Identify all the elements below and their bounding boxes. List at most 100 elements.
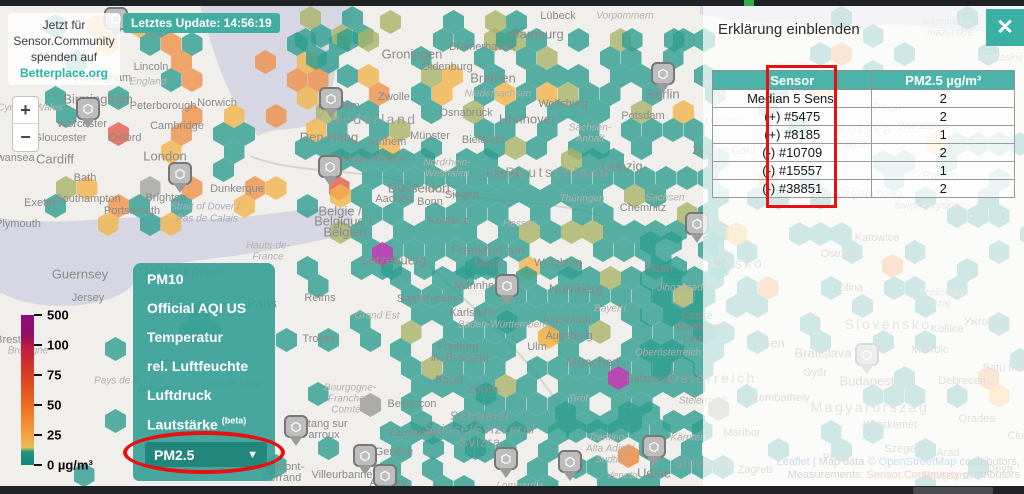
donation-line: Jetzt für: [10, 17, 118, 33]
cluster-marker[interactable]: ⬡: [318, 155, 342, 186]
cluster-marker[interactable]: ⬡: [284, 415, 308, 446]
menu-item-beta-tag: (beta): [222, 416, 247, 426]
cluster-marker-tip: [656, 83, 670, 93]
menu-item-lautst-rke[interactable]: Lautstärke (beta): [147, 416, 246, 433]
table-row: (+) #54752: [713, 108, 1015, 126]
topbar-green-indicator: [744, 0, 754, 6]
map-label: Cardiff: [36, 152, 74, 167]
map-label: Oxford: [108, 132, 141, 144]
map-label: Nordrhein-: [423, 158, 470, 169]
legend-tick: [34, 464, 42, 466]
map-label: Hessen: [503, 219, 537, 230]
menu-item-pm10[interactable]: PM10: [147, 271, 184, 287]
cluster-marker[interactable]: ⬡: [76, 97, 100, 128]
map-label: Bielefeld: [462, 134, 504, 146]
map-label: Baden-Württemberg: [458, 320, 548, 331]
cluster-marker-icon: ⬡: [495, 274, 519, 297]
cluster-marker-icon: ⬡: [494, 447, 518, 470]
map-label: Plzeň: [645, 263, 673, 275]
map-label: Nürnberg: [549, 282, 603, 297]
betterplace-link[interactable]: Betterplace.org: [10, 65, 118, 81]
annotation-red-rectangle: [766, 65, 837, 208]
donation-line: Sensor.Community: [10, 33, 118, 49]
map-label: Vorpommern: [596, 11, 653, 22]
map-label: Anhalt: [576, 134, 604, 145]
bottom-screen-bar: [0, 486, 1024, 494]
cluster-marker-icon: ⬡: [168, 162, 192, 185]
cluster-marker-tip: [690, 233, 704, 243]
cluster-marker-icon: ⬡: [373, 464, 397, 486]
close-icon: ✕: [996, 15, 1014, 40]
legend-tick-label: 100: [47, 338, 69, 353]
cluster-marker[interactable]: ⬡: [651, 62, 675, 93]
menu-item-luftdruck[interactable]: Luftdruck: [147, 387, 212, 403]
map-label: Zwolle: [378, 91, 410, 103]
map-label: Portsmouth: [104, 205, 160, 217]
map-label: Hamburg: [510, 27, 563, 42]
map-label: Veneto: [606, 471, 637, 482]
map-label: Kärnten: [670, 433, 705, 444]
map-label: Arnhem: [368, 136, 407, 148]
table-header-value: PM2.5 µg/m³: [872, 71, 1015, 90]
cluster-marker-tip: [324, 108, 338, 118]
cluster-marker-icon: ⬡: [318, 155, 342, 178]
map-label: Guernsey: [52, 267, 108, 282]
cluster-marker[interactable]: ⬡: [558, 450, 582, 481]
menu-item-temperatur[interactable]: Temperatur: [147, 329, 223, 345]
zoom-in-button[interactable]: +: [13, 97, 38, 124]
map-label: Franche-: [328, 394, 368, 405]
cluster-marker-tip: [500, 295, 514, 305]
map-label: Koblenz: [428, 215, 468, 227]
map-label: Oberösterreich: [635, 348, 701, 359]
legend-gradient-bar: [21, 315, 34, 465]
cluster-marker[interactable]: ⬡: [642, 435, 666, 466]
value-cell: 2: [872, 144, 1015, 162]
donation-box: Jetzt für Sensor.Community spenden auf B…: [8, 13, 120, 85]
panel-title[interactable]: Erklärung einblenden: [718, 21, 860, 38]
table-row: (+) #81851: [713, 126, 1015, 144]
map-label: Sudtirol: [595, 455, 629, 466]
table-row: (-) #155571: [713, 162, 1015, 180]
menu-item-rel-luftfeuchte[interactable]: rel. Luftfeuchte: [147, 358, 248, 374]
map-label: Den Haag: [300, 130, 359, 145]
donation-line: spenden auf: [10, 49, 118, 65]
cluster-marker[interactable]: ⬡: [168, 162, 192, 193]
map-label: Siegen: [445, 189, 479, 201]
map-label: im Breisgau: [431, 352, 489, 364]
map-label: Oldenburg: [421, 61, 472, 73]
taskbar-item: [913, 487, 993, 494]
cluster-marker[interactable]: ⬡: [494, 447, 518, 478]
map-label: Pas de Calais: [176, 214, 238, 225]
map-label: Chemnitz: [620, 202, 666, 214]
legend-tick: [34, 434, 42, 436]
map-label: Basel: [435, 374, 463, 386]
map-label: Alta Adige/: [586, 444, 634, 455]
map-label: Main: [474, 256, 502, 271]
map-label: Thüringen: [559, 194, 604, 205]
close-button[interactable]: ✕: [986, 9, 1024, 46]
cluster-marker-icon: ⬡: [558, 450, 582, 473]
map-label: Hauts-de-: [246, 241, 290, 252]
map-label: Swansea: [0, 152, 35, 164]
cluster-marker[interactable]: ⬡: [319, 87, 343, 118]
legend-tick: [34, 314, 42, 316]
map-label: Comté: [331, 405, 360, 416]
map-label: Grand Est: [354, 311, 399, 322]
annotation-red-ellipse: [123, 431, 285, 474]
legend-tick-label: 50: [47, 398, 61, 413]
cluster-marker[interactable]: ⬡: [373, 464, 397, 486]
zoom-out-button[interactable]: −: [13, 124, 38, 151]
map-label: Salzburg: [626, 373, 669, 385]
map-label: Linz: [683, 333, 703, 345]
cluster-marker[interactable]: ⬡: [495, 274, 519, 305]
table-row: (-) #107092: [713, 144, 1015, 162]
cluster-marker-tip: [563, 471, 577, 481]
map-label: France: [252, 252, 283, 263]
menu-item-official-aqi-us[interactable]: Official AQI US: [147, 300, 246, 316]
map-label: Peterborough: [130, 100, 197, 112]
map-label: Nederland: [330, 111, 417, 127]
map-label: Groningen: [382, 47, 443, 62]
map-label: Trentino-: [588, 433, 627, 444]
map-label: Aachen: [375, 193, 412, 205]
map-label: Zürich: [468, 384, 499, 396]
